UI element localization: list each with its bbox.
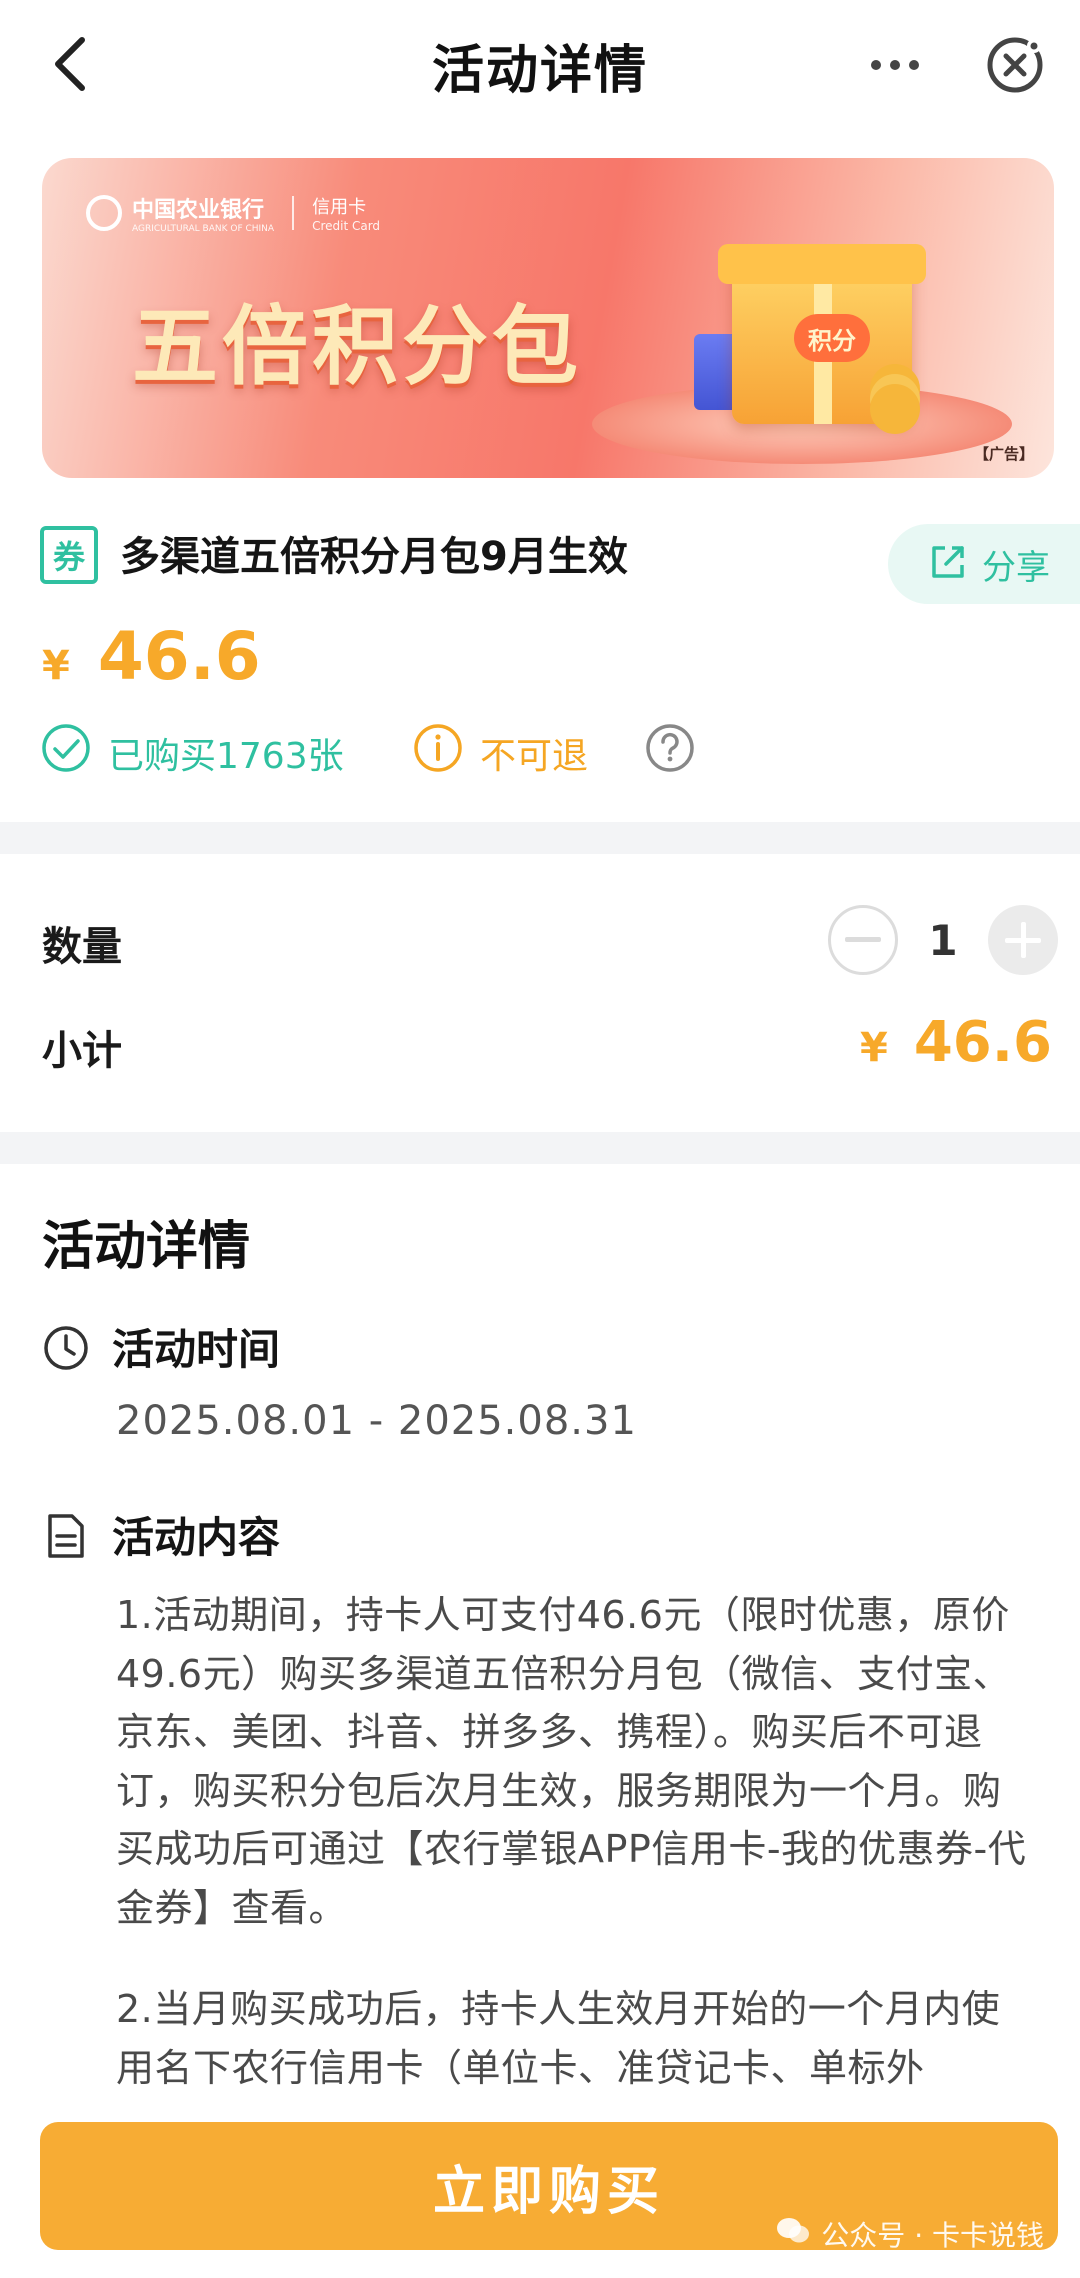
share-button[interactable]: 分享 <box>888 524 1080 604</box>
gift-lid-shape <box>718 244 926 284</box>
refund-policy: 不可退 <box>412 722 588 783</box>
promo-banner[interactable]: 中国农业银行 AGRICULTURAL BANK OF CHINA 信用卡 Cr… <box>42 158 1054 478</box>
content-heading: 活动内容 <box>112 1513 281 1562</box>
logo-divider <box>292 196 295 230</box>
wechat-icon <box>775 2216 811 2253</box>
document-icon <box>42 1512 90 1560</box>
card-type-en: Credit Card <box>312 219 381 233</box>
product-meta: 已购买1763张 不可退 <box>40 722 1040 778</box>
info-circle-icon <box>412 722 464 783</box>
check-circle-icon <box>40 722 92 783</box>
decrement-button[interactable] <box>828 905 898 975</box>
card-type-cn: 信用卡 <box>312 197 367 218</box>
coupon-tag: 券 <box>40 526 98 584</box>
share-icon <box>928 542 968 586</box>
sold-text: 已购买1763张 <box>108 735 344 777</box>
close-circle-icon[interactable] <box>972 30 1058 100</box>
clock-icon <box>42 1324 90 1372</box>
bank-name-en: AGRICULTURAL BANK OF CHINA <box>132 224 275 234</box>
price-currency: ¥ <box>42 643 70 689</box>
more-dots-icon[interactable] <box>860 30 930 100</box>
help-button[interactable] <box>644 722 696 783</box>
section-divider <box>0 822 1080 854</box>
bank-logo-icon <box>86 195 122 231</box>
content-paragraph-1: 1.活动期间，持卡人可支付46.6元（限时优惠，原价49.6元）购买多渠道五倍积… <box>116 1593 1027 1930</box>
details-section-title: 活动详情 <box>42 1217 251 1277</box>
product-title: 多渠道五倍积分月包9月生效 <box>120 534 628 580</box>
section-divider <box>0 1132 1080 1164</box>
watermark: 公众号 · 卡卡说钱 <box>775 2214 1044 2254</box>
increment-button[interactable] <box>988 905 1058 975</box>
content-paragraph-2: 2.当月购买成功后，持卡人生效月开始的一个月内使用名下农行信用卡（单位卡、准贷记… <box>116 1987 1001 2090</box>
subtotal-currency: ¥ <box>859 1025 888 1071</box>
time-heading: 活动时间 <box>112 1325 281 1374</box>
quantity-value: 1 <box>928 915 958 965</box>
question-circle-icon[interactable] <box>644 722 696 783</box>
time-range: 2025.08.01 - 2025.08.31 <box>116 1398 637 1444</box>
subtotal-label: 小计 <box>42 1028 122 1074</box>
subtotal-value: 46.6 <box>913 1010 1052 1075</box>
gift-label: 积分 <box>794 314 870 362</box>
sold-count: 已购买1763张 <box>40 722 344 783</box>
price: ¥ 46.6 <box>42 618 261 695</box>
banner-headline: 五倍积分包 <box>132 297 582 397</box>
coins-icon <box>870 384 920 434</box>
bank-logo-group: 中国农业银行 AGRICULTURAL BANK OF CHINA 信用卡 Cr… <box>86 192 380 234</box>
price-value: 46.6 <box>97 618 261 695</box>
quantity-stepper[interactable]: 1 <box>828 904 1058 976</box>
ad-label: 【广告】 <box>973 445 1034 463</box>
watermark-text: 公众号 · 卡卡说钱 <box>821 2219 1044 2252</box>
subtotal: ¥ 46.6 <box>860 1010 1052 1075</box>
bank-name-cn: 中国农业银行 <box>132 198 265 223</box>
refund-text: 不可退 <box>480 735 589 777</box>
share-label: 分享 <box>982 547 1050 588</box>
nav-bar: 活动详情 <box>0 0 1080 128</box>
quantity-label: 数量 <box>42 924 122 970</box>
